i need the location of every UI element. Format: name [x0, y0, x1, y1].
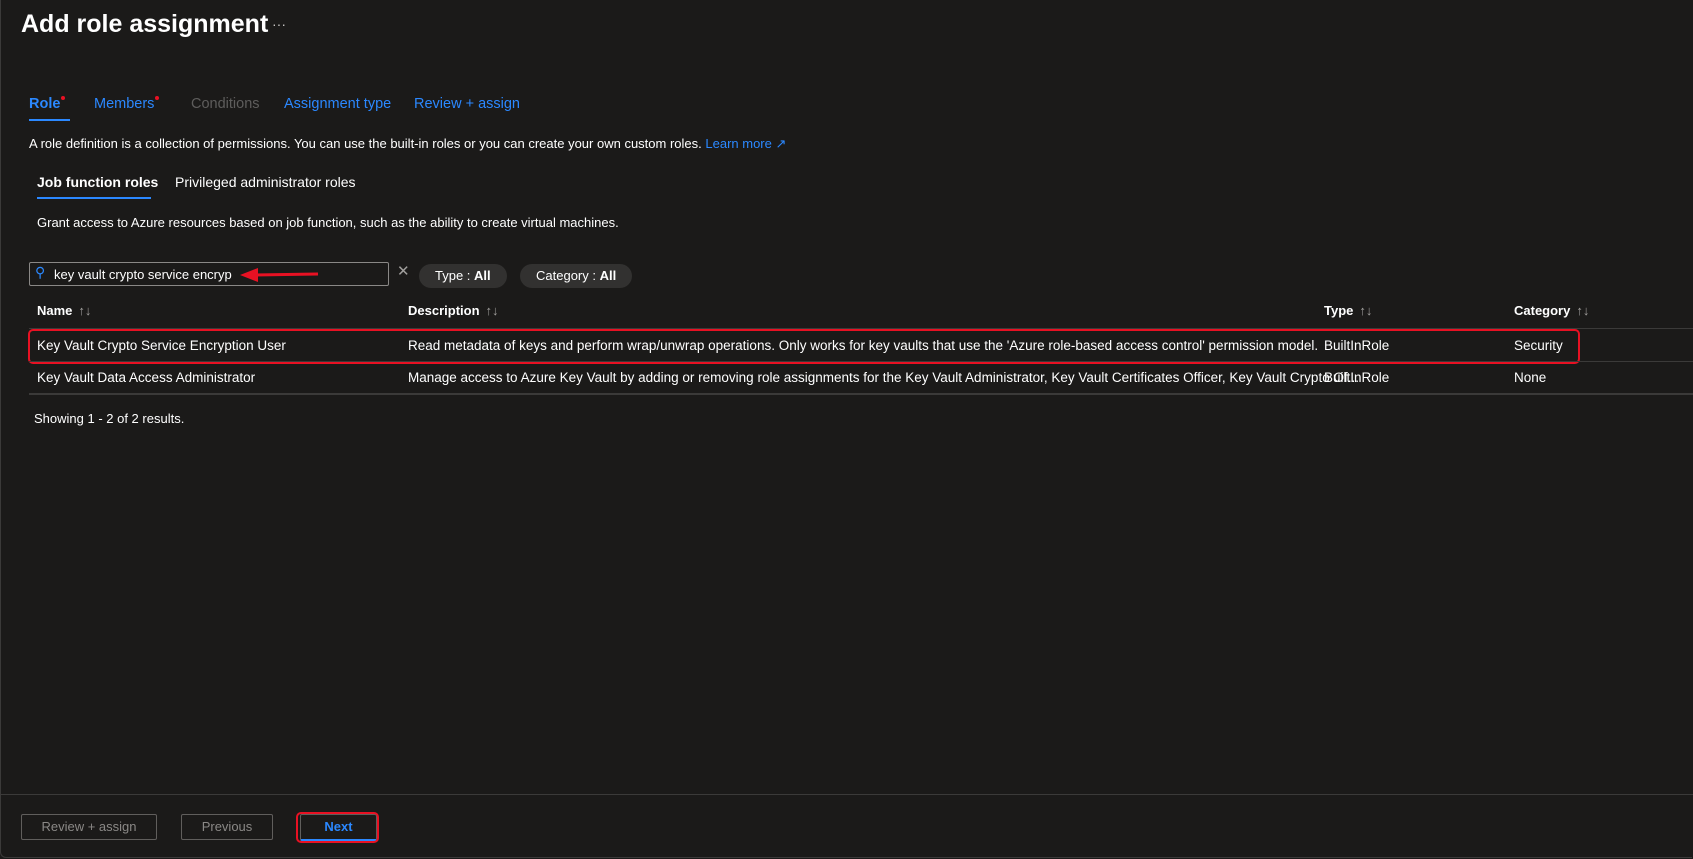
tab-role[interactable]: Role [29, 96, 66, 112]
sort-icon: ↑↓ [1359, 303, 1373, 318]
sort-icon: ↑↓ [485, 303, 499, 318]
subtab-privileged-admin-roles[interactable]: Privileged administrator roles [175, 174, 356, 190]
review-assign-button[interactable]: Review + assign [21, 814, 157, 840]
column-label: Type [1324, 303, 1354, 318]
search-input[interactable]: ⚲ key vault crypto service encryp [29, 262, 389, 286]
column-label: Category [1514, 303, 1571, 318]
subtab-description: Grant access to Azure resources based on… [37, 215, 619, 230]
filter-label: Category : [536, 268, 600, 283]
highlight-annotation [296, 812, 379, 843]
column-label: Name [37, 303, 73, 318]
tab-conditions: Conditions [191, 96, 260, 112]
column-header-category[interactable]: Category ↑↓ [1514, 303, 1589, 318]
column-header-description[interactable]: Description ↑↓ [408, 303, 499, 318]
category-filter[interactable]: Category : All [520, 264, 633, 288]
column-header-name[interactable]: Name ↑↓ [37, 303, 91, 318]
red-arrow-annotation [240, 268, 319, 282]
required-dot [61, 96, 66, 100]
search-value: key vault crypto service encryp [54, 267, 232, 282]
tab-review-assign[interactable]: Review + assign [414, 96, 520, 112]
row-name: Key Vault Data Access Administrator [37, 370, 256, 385]
column-label: Description [408, 303, 480, 318]
tab-members[interactable]: Members [94, 96, 160, 112]
subtab-job-function-roles[interactable]: Job function roles [37, 174, 158, 190]
intro-description: A role definition is a collection of per… [29, 136, 702, 151]
row-type: BuiltInRole [1324, 370, 1390, 385]
previous-button[interactable]: Previous [181, 814, 273, 840]
sort-icon: ↑↓ [78, 303, 92, 318]
active-subtab-underline [37, 197, 151, 199]
footer-divider [1, 794, 1693, 795]
active-tab-underline [29, 119, 70, 121]
window-frame [0, 0, 1692, 858]
filter-label: Type : [435, 268, 475, 283]
external-link-icon: ↗ [775, 136, 787, 151]
required-dot [155, 96, 160, 100]
type-filter[interactable]: Type : All [419, 264, 507, 288]
filter-value: All [474, 268, 491, 283]
learn-more-link[interactable]: Learn more [705, 136, 771, 151]
sort-icon: ↑↓ [1576, 303, 1590, 318]
tab-assignment-type[interactable]: Assignment type [284, 96, 391, 112]
filter-value: All [599, 268, 617, 283]
highlight-annotation [28, 329, 1580, 364]
results-count: Showing 1 - 2 of 2 results. [34, 411, 185, 426]
clear-search-icon[interactable]: ✕ [397, 262, 410, 280]
search-icon: ⚲ [35, 264, 46, 280]
column-header-type[interactable]: Type ↑↓ [1324, 303, 1372, 318]
page-title: Add role assignment [21, 10, 269, 38]
row-category: None [1514, 370, 1547, 385]
intro-text: A role definition is a collection of per… [29, 136, 786, 152]
tab-label: Role [29, 96, 61, 112]
table-bottom-divider [29, 393, 1693, 395]
table-row[interactable]: Key Vault Data Access Administrator Mana… [0, 362, 1693, 393]
row-description: Manage access to Azure Key Vault by addi… [408, 370, 1359, 385]
more-options-icon[interactable]: ··· [272, 16, 286, 32]
tab-label: Members [94, 96, 155, 112]
